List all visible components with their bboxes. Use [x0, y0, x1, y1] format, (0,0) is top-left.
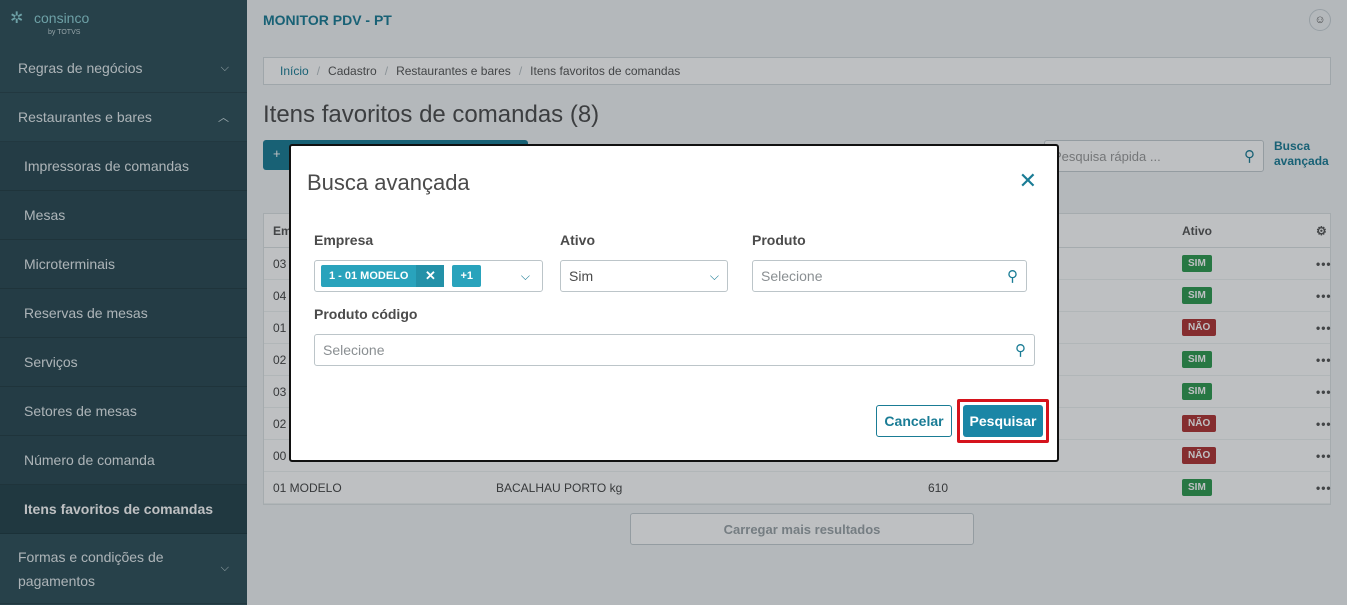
- advanced-search-modal: Busca avançada ✕ Empresa 1 - 01 MODELO ✕…: [289, 144, 1059, 462]
- empresa-label: Empresa: [314, 232, 374, 248]
- empresa-more-chip[interactable]: +1: [452, 265, 482, 287]
- produto-lookup[interactable]: Selecione ⚲: [752, 260, 1027, 292]
- search-button[interactable]: Pesquisar: [963, 405, 1043, 437]
- close-icon[interactable]: ✕: [1019, 170, 1037, 192]
- produto-codigo-label: Produto código: [314, 306, 418, 322]
- produto-codigo-lookup[interactable]: Selecione ⚲: [314, 334, 1035, 366]
- search-icon[interactable]: ⚲: [1007, 267, 1018, 285]
- empresa-chip-label: 1 - 01 MODELO: [329, 270, 409, 282]
- chip-remove-icon[interactable]: ✕: [416, 265, 445, 287]
- empresa-multiselect[interactable]: 1 - 01 MODELO ✕ +1 ⌵: [314, 260, 543, 292]
- chevron-down-icon: ⌵: [709, 268, 719, 283]
- ativo-select[interactable]: Sim ⌵: [560, 260, 728, 292]
- produto-codigo-placeholder: Selecione: [323, 342, 385, 358]
- ativo-select-value: Sim: [569, 268, 594, 284]
- produto-label: Produto: [752, 232, 806, 248]
- cancel-button[interactable]: Cancelar: [876, 405, 952, 437]
- search-icon[interactable]: ⚲: [1015, 341, 1026, 359]
- ativo-label: Ativo: [560, 232, 595, 248]
- empresa-chip: 1 - 01 MODELO ✕: [321, 265, 445, 287]
- chevron-down-icon[interactable]: ⌵: [521, 269, 530, 284]
- produto-placeholder: Selecione: [761, 268, 823, 284]
- search-button-highlight: Pesquisar: [957, 399, 1049, 443]
- modal-title: Busca avançada: [307, 170, 470, 195]
